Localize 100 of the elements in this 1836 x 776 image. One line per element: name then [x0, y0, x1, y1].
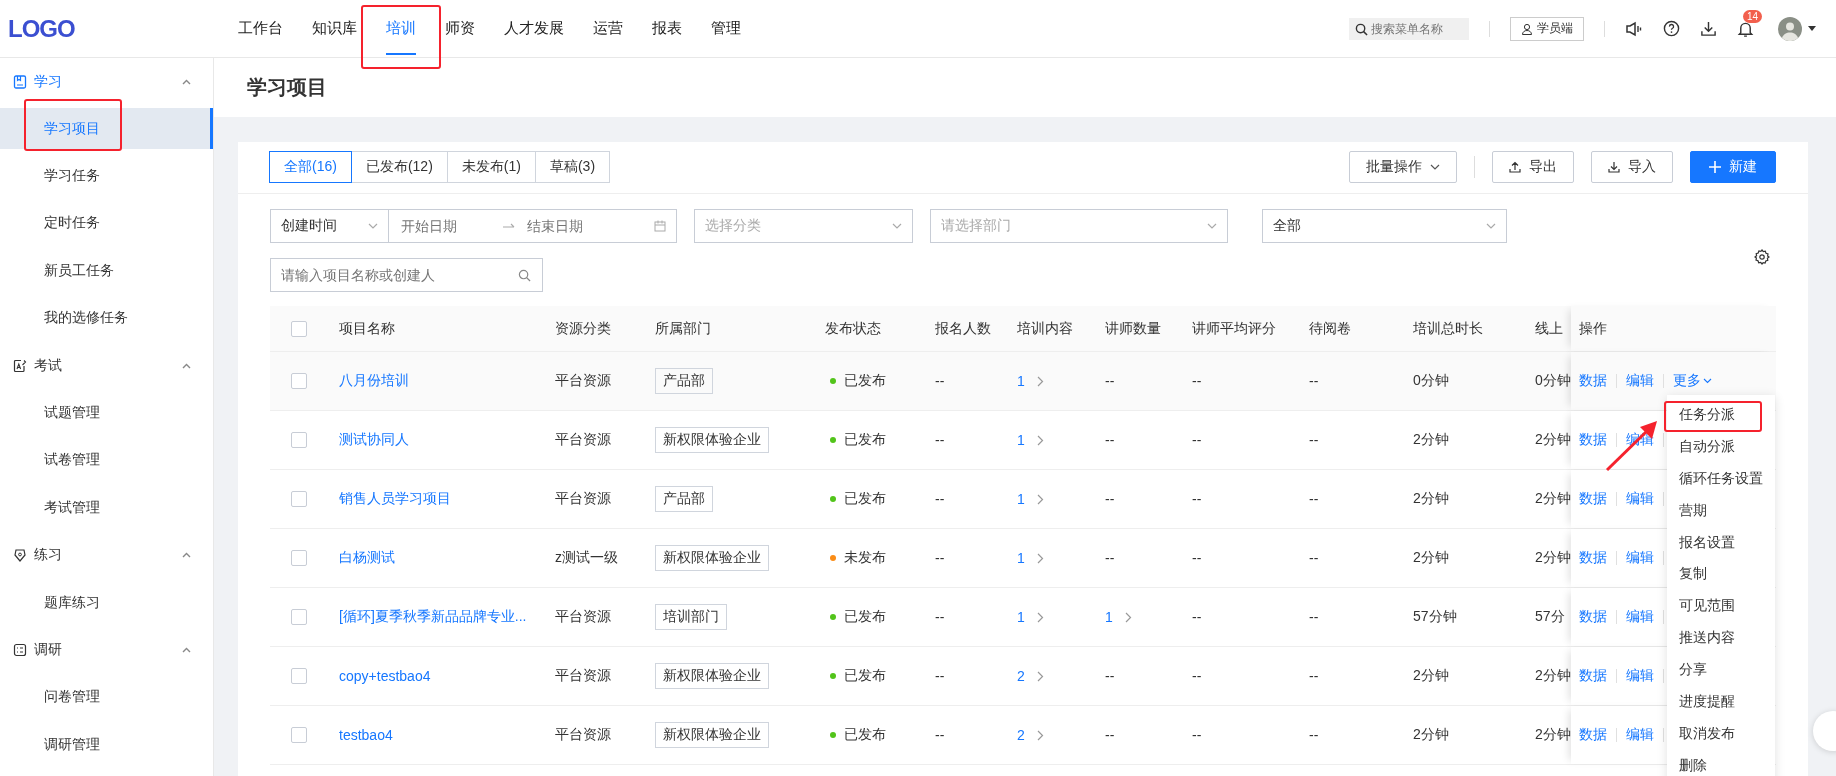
nav-tab[interactable]: 工作台 [238, 0, 283, 57]
table-cell: -- [1309, 668, 1319, 684]
sidebar-section[interactable]: 调研 [0, 626, 213, 674]
department-tag: 新权限体验企业 [655, 663, 769, 689]
action-link[interactable]: 数据 [1579, 608, 1607, 626]
project-name-link[interactable]: 白杨测试 [339, 549, 395, 567]
filter-tab[interactable]: 全部(16) [269, 151, 352, 183]
sidebar-item[interactable]: 问卷管理 [0, 673, 213, 722]
nav-tab[interactable]: 报表 [652, 0, 682, 57]
menu-item[interactable]: 取消发布 [1667, 717, 1775, 750]
sidebar-item[interactable]: 新员工任务 [0, 247, 213, 295]
sidebar-item[interactable]: 试卷管理 [0, 436, 213, 485]
action-link[interactable]: 编辑 [1626, 490, 1654, 508]
project-name-link[interactable]: testbao4 [339, 727, 393, 743]
action-link[interactable]: 数据 [1579, 372, 1607, 390]
menu-item[interactable]: 删除 [1667, 749, 1775, 776]
filter-tab[interactable]: 未发布(1) [446, 151, 536, 183]
batch-actions-button[interactable]: 批量操作 [1349, 151, 1457, 183]
time-type-select[interactable]: 创建时间 [271, 210, 389, 242]
department-tag: 新权限体验企业 [655, 722, 769, 748]
count-link[interactable]: 2 [1017, 668, 1025, 684]
sidebar-item[interactable]: 定时任务 [0, 199, 213, 248]
count-link[interactable]: 2 [1017, 727, 1025, 743]
table-cell: -- [1192, 668, 1202, 684]
menu-item[interactable]: 营期 [1667, 494, 1775, 527]
student-portal-button[interactable]: 学员端 [1510, 16, 1584, 41]
search-field[interactable]: 请输入项目名称或创建人 [270, 258, 543, 292]
project-name-link[interactable]: 测试协同人 [339, 431, 409, 449]
column-header: 操作 [1579, 319, 1607, 338]
menu-item[interactable]: 自动分派 [1667, 430, 1775, 463]
table-cell: 平台资源 [555, 608, 611, 626]
action-link[interactable]: 编辑 [1626, 667, 1654, 685]
department-tag: 产品部 [655, 368, 713, 394]
table-cell: -- [1192, 609, 1202, 625]
import-button[interactable]: 导入 [1591, 151, 1673, 183]
action-link[interactable]: 编辑 [1626, 372, 1654, 390]
nav-tab[interactable]: 管理 [711, 0, 741, 57]
action-link[interactable]: 数据 [1579, 726, 1607, 744]
nav-tab[interactable]: 培训 [386, 0, 416, 57]
action-link[interactable]: 数据 [1579, 490, 1607, 508]
sidebar-item[interactable]: 考试管理 [0, 484, 213, 532]
nav-tab[interactable]: 运营 [593, 0, 623, 57]
menu-item[interactable]: 分享 [1667, 654, 1775, 686]
table-cell: -- [1309, 491, 1319, 507]
menu-item[interactable]: 进度提醒 [1667, 686, 1775, 718]
project-name-link[interactable]: 销售人员学习项目 [339, 490, 451, 508]
nav-tab[interactable]: 师资 [445, 0, 475, 57]
count-link[interactable]: 1 [1017, 432, 1025, 448]
action-link[interactable]: 数据 [1579, 431, 1607, 449]
nav-tab[interactable]: 人才发展 [504, 0, 564, 57]
filter-tab[interactable]: 已发布(12) [350, 151, 448, 183]
action-link[interactable]: 编辑 [1626, 608, 1654, 626]
status-text: 未发布 [844, 549, 886, 567]
column-header: 资源分类 [555, 319, 611, 338]
action-link[interactable]: 编辑 [1626, 549, 1654, 567]
table-cell: -- [935, 373, 945, 389]
status-text: 已发布 [844, 372, 886, 390]
count-link[interactable]: 1 [1017, 550, 1025, 566]
project-name-link[interactable]: copy+testbao4 [339, 668, 431, 684]
table-cell: 平台资源 [555, 372, 611, 390]
create-button[interactable]: 新建 [1690, 151, 1776, 183]
action-link[interactable]: 编辑 [1626, 726, 1654, 744]
sidebar-item[interactable]: 学习任务 [0, 152, 213, 200]
filter-tab[interactable]: 草稿(3) [534, 151, 611, 183]
sidebar-item[interactable]: 调研管理 [0, 721, 213, 769]
notification-badge: 14 [1743, 9, 1763, 23]
menu-item[interactable]: 报名设置 [1667, 526, 1775, 559]
sidebar-item[interactable]: 试题管理 [0, 389, 213, 437]
count-link[interactable]: 1 [1017, 609, 1025, 625]
project-name-link[interactable]: 八月份培训 [339, 372, 409, 390]
table-cell: -- [1105, 727, 1115, 743]
table-cell: -- [1192, 373, 1202, 389]
table-cell: -- [935, 491, 945, 507]
menu-item[interactable]: 任务分派 [1667, 399, 1775, 431]
sidebar-item[interactable]: 题库练习 [0, 578, 213, 627]
column-header: 项目名称 [339, 319, 395, 338]
sidebar-section[interactable]: 练习 [0, 531, 213, 579]
menu-item[interactable]: 复制 [1667, 558, 1775, 591]
status-text: 已发布 [844, 431, 886, 449]
count-link[interactable]: 1 [1017, 373, 1025, 389]
menu-item[interactable]: 推送内容 [1667, 622, 1775, 655]
action-link[interactable]: 数据 [1579, 667, 1607, 685]
status-text: 已发布 [844, 608, 886, 626]
menu-item[interactable]: 可见范围 [1667, 590, 1775, 623]
table-cell: -- [1309, 609, 1319, 625]
sidebar-item[interactable]: 我的选修任务 [0, 294, 213, 342]
more-dropdown[interactable]: 更多 [1673, 372, 1712, 390]
table-cell: -- [1192, 432, 1202, 448]
menu-search-field[interactable]: 搜索菜单名称 [1349, 17, 1469, 40]
action-link[interactable]: 数据 [1579, 549, 1607, 567]
sidebar-section[interactable]: 考试 [0, 341, 213, 390]
count-link[interactable]: 1 [1105, 609, 1113, 625]
menu-item[interactable]: 循环任务设置 [1667, 462, 1775, 495]
export-button[interactable]: 导出 [1492, 151, 1574, 183]
nav-tab[interactable]: 知识库 [312, 0, 357, 57]
status-select[interactable]: 全部 [1262, 209, 1507, 243]
count-link[interactable]: 1 [1017, 491, 1025, 507]
sidebar-section[interactable]: 学习 [0, 58, 213, 106]
date-range-field[interactable]: 创建时间 开始日期 结束日期 [270, 209, 677, 243]
project-name-link[interactable]: [循环]夏季秋季新品品牌专业... [339, 608, 527, 626]
